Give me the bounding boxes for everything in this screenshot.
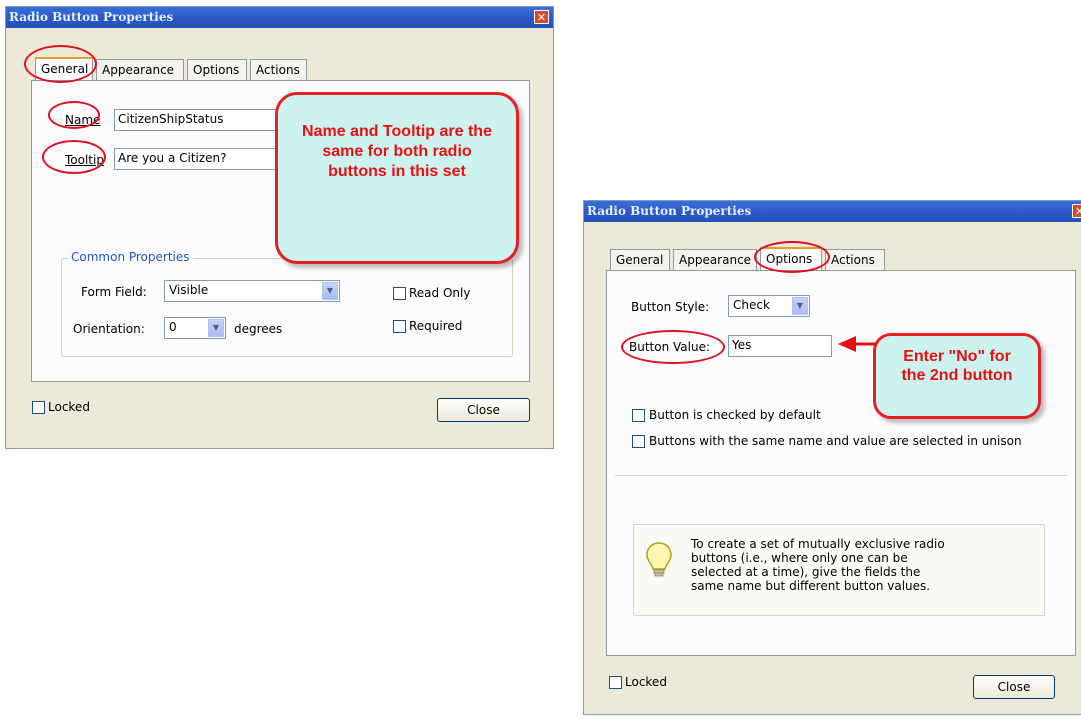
close-button[interactable]: Close [437,398,530,422]
checked-by-default-checkbox[interactable] [632,409,645,422]
button-value-label: Button Value: [629,340,711,354]
title-bar[interactable]: Radio Button Properties ✕ [584,201,1081,222]
required-checkbox[interactable] [393,320,406,333]
required-label: Required [409,319,463,333]
tab-general[interactable]: General [35,57,93,81]
tab-panel: Button Style: Check ▼ Button Value: Yes … [606,270,1076,656]
divider [615,475,1067,476]
orientation-label: Orientation: [73,322,145,336]
tab-general[interactable]: General [610,249,670,271]
tab-appearance[interactable]: Appearance [96,59,184,81]
group-title: Common Properties [68,250,193,264]
chevron-down-icon[interactable]: ▼ [322,282,338,300]
tab-actions[interactable]: Actions [825,249,885,271]
tip-box: To create a set of mutually exclusive ra… [633,524,1045,616]
close-button-label: Close [467,403,500,417]
degrees-label: degrees [234,322,283,336]
button-style-value: Check [733,298,770,312]
read-only-checkbox[interactable] [393,287,406,300]
tip-text: To create a set of mutually exclusive ra… [691,537,945,593]
checked-by-default-label: Button is checked by default [649,408,821,422]
locked-checkbox[interactable] [609,676,622,689]
locked-checkbox[interactable] [32,401,45,414]
orientation-value: 0 [169,320,177,334]
tab-options[interactable]: Options [760,247,822,271]
read-only-label: Read Only [409,286,471,300]
title-bar[interactable]: Radio Button Properties ✕ [6,7,553,28]
button-value-field[interactable]: Yes [728,335,832,357]
close-window-icon[interactable]: ✕ [1072,204,1081,218]
radio-properties-dialog-options: Radio Button Properties ✕ General Appear… [583,200,1081,715]
locked-label: Locked [48,400,90,414]
tab-actions[interactable]: Actions [250,59,307,81]
select-in-unison-label: Buttons with the same name and value are… [649,434,1022,448]
close-button[interactable]: Close [973,675,1055,699]
dialog-title: Radio Button Properties [587,204,752,218]
select-in-unison-checkbox[interactable] [632,435,645,448]
tab-appearance[interactable]: Appearance [673,249,757,271]
name-label: Name [65,113,101,127]
chevron-down-icon[interactable]: ▼ [208,319,224,337]
chevron-down-icon[interactable]: ▼ [792,297,808,315]
callout-text: Name and Tooltip are the same for both r… [302,123,492,180]
tab-options[interactable]: Options [187,59,247,81]
form-field-label: Form Field: [81,285,147,299]
tooltip-label: Tooltip [65,153,104,167]
close-window-icon[interactable]: ✕ [534,10,549,24]
callout-name-tooltip: Name and Tooltip are the same for both r… [275,92,519,264]
dialog-title: Radio Button Properties [9,10,174,24]
callout-text: Enter "No" for the 2nd button [901,348,1013,384]
form-field-select[interactable]: Visible ▼ [164,280,340,302]
orientation-select[interactable]: 0 ▼ [164,317,226,339]
callout-button-value: Enter "No" for the 2nd button [873,333,1041,419]
button-style-select[interactable]: Check ▼ [728,295,810,317]
close-button-label: Close [997,680,1031,694]
form-field-value: Visible [169,283,209,297]
lightbulb-icon [646,542,672,577]
button-style-label: Button Style: [631,300,710,314]
locked-label: Locked [625,675,667,689]
common-properties-group: Common Properties Form Field: Visible ▼ … [61,250,513,357]
